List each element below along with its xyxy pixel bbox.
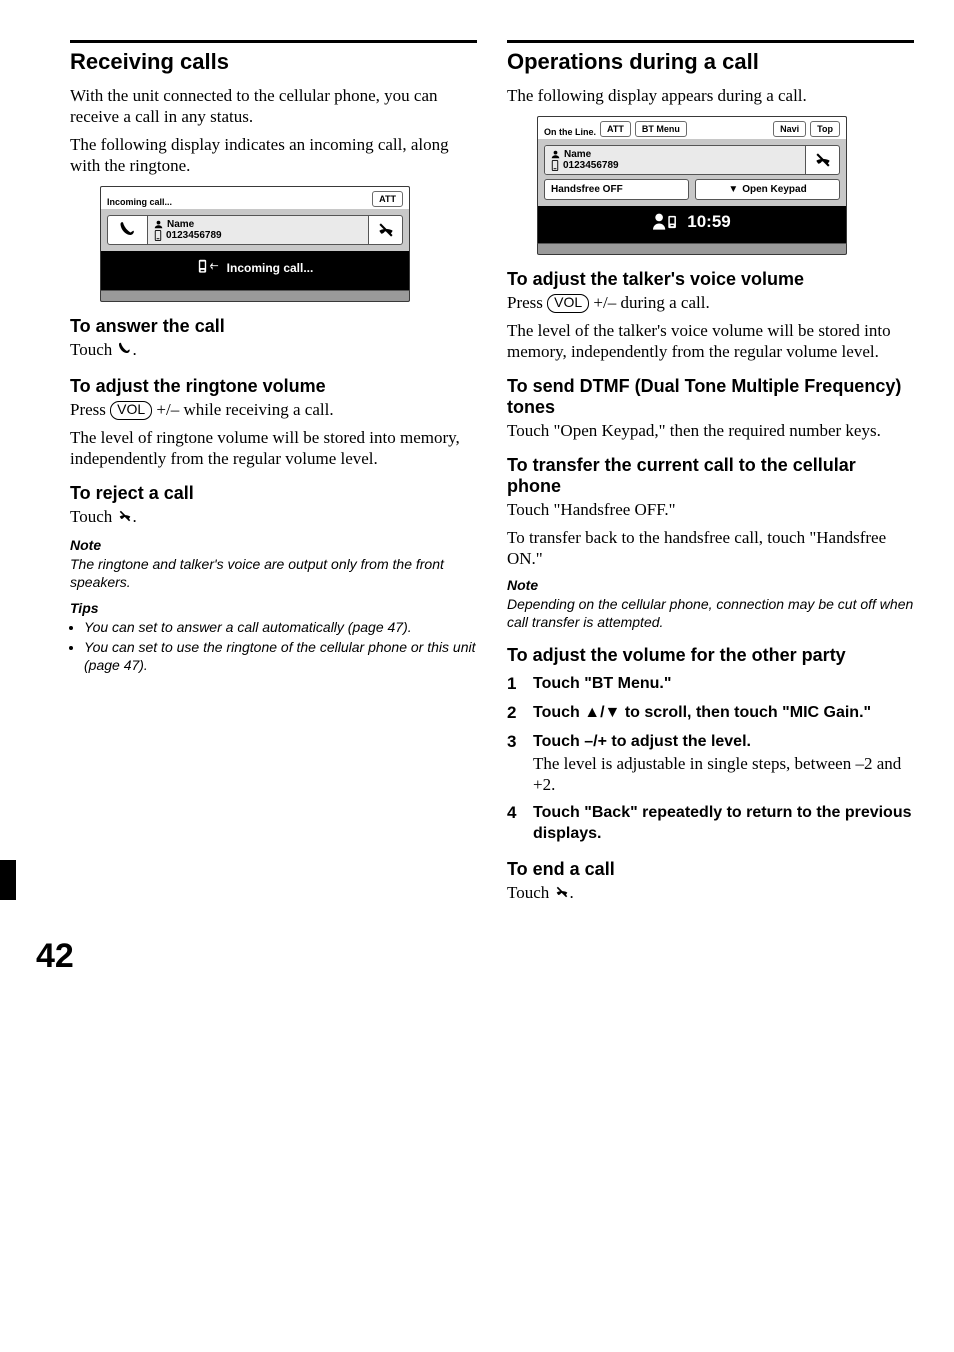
note-body: The ringtone and talker's voice are outp… [70,555,477,591]
mobile-icon [551,160,559,171]
call-action-row: Handsfree OFF ▼Open Keypad [544,179,840,200]
bt-menu-button: BT Menu [635,121,687,137]
caller-name: Name [564,149,591,160]
talker-body-2: The level of the talker's voice volume w… [507,320,914,363]
heading-receiving-calls: Receiving calls [70,49,477,75]
heading-answer: To answer the call [70,316,477,337]
intro-paragraph: The following display appears during a c… [507,85,914,106]
ringtone-body-1: Press VOL +/– while receiving a call. [70,399,477,420]
hangup-icon [554,884,570,905]
heading-ringtone-vol: To adjust the ringtone volume [70,376,477,397]
person-icon [154,220,163,229]
screen-banner: Incoming call... [100,251,410,290]
heading-reject: To reject a call [70,483,477,504]
dtmf-body: Touch "Open Keypad," then the required n… [507,420,914,441]
screen-clock-bar: 10:59 [537,206,847,243]
screen-top-bar: Incoming call... ATT [100,186,410,209]
triangle-down-icon: ▼ [728,184,738,195]
reject-call-icon [805,146,839,174]
transfer-body-1: Touch "Handsfree OFF." [507,499,914,520]
note-heading: Note [70,537,477,553]
heading-other-party-vol: To adjust the volume for the other party [507,645,914,666]
edge-tab [0,860,16,900]
screen-mid: Name 0123456789 [100,209,410,251]
during-call-screen: On the Line. ATT BT Menu Navi Top Name 0… [537,116,847,255]
step-item: 3Touch –/+ to adjust the level.The level… [507,732,914,795]
note-heading: Note [507,577,914,593]
status-text: On the Line. [544,127,596,137]
right-column: Operations during a call The following d… [507,40,914,911]
banner-text: Incoming call... [227,261,314,275]
caller-info: Name 0123456789 [545,146,805,174]
clock-text: 10:59 [687,212,730,232]
mobile-to-unit-icon [197,257,219,279]
mobile-icon [154,230,162,241]
section-rule [70,40,477,43]
call-card: Name 0123456789 [107,215,403,245]
page-number: 42 [0,931,954,996]
tips-heading: Tips [70,600,477,616]
section-rule [507,40,914,43]
left-column: Receiving calls With the unit connected … [70,40,477,911]
status-text: Incoming call... [107,197,172,207]
reject-body: Touch . [70,506,477,529]
heading-talker-vol: To adjust the talker's voice volume [507,269,914,290]
caller-name: Name [167,219,194,230]
step-item: 4Touch "Back" repeatedly to return to th… [507,803,914,845]
heading-operations: Operations during a call [507,49,914,75]
incoming-call-screen: Incoming call... ATT Name 0123456789 [100,186,410,302]
att-button: ATT [372,191,403,207]
steps-list: 1Touch "BT Menu." 2Touch ▲/▼ to scroll, … [507,674,914,844]
heading-transfer: To transfer the current call to the cell… [507,455,914,497]
handsfree-off-button: Handsfree OFF [544,179,689,200]
screen-bottom-bar [100,290,410,302]
handset-icon [117,341,133,362]
vol-key: VOL [547,294,589,312]
screen-bottom-bar [537,243,847,255]
hangup-icon [117,508,133,529]
tip-item: You can set to answer a call automatical… [84,618,477,636]
top-button: Top [810,121,840,137]
tips-list: You can set to answer a call automatical… [70,618,477,675]
intro-paragraph-2: The following display indicates an incom… [70,134,477,177]
transfer-body-2: To transfer back to the handsfree call, … [507,527,914,570]
intro-paragraph-1: With the unit connected to the cellular … [70,85,477,128]
ringtone-body-2: The level of ringtone volume will be sto… [70,427,477,470]
step-item: 2Touch ▲/▼ to scroll, then touch "MIC Ga… [507,703,914,724]
step-item: 1Touch "BT Menu." [507,674,914,695]
screen-top-bar: On the Line. ATT BT Menu Navi Top [537,116,847,139]
end-call-body: Touch . [507,882,914,905]
tip-item: You can set to use the ringtone of the c… [84,638,477,674]
att-button: ATT [600,121,631,137]
person-icon [551,150,560,159]
screen-mid: Name 0123456789 Handsfree OFF ▼Open Keyp… [537,139,847,206]
answer-call-icon [108,216,148,244]
heading-dtmf: To send DTMF (Dual Tone Multiple Frequen… [507,376,914,418]
call-card: Name 0123456789 [544,145,840,175]
navi-button: Navi [773,121,806,137]
note-body: Depending on the cellular phone, connect… [507,595,914,631]
caller-info: Name 0123456789 [148,216,368,244]
talker-body-1: Press VOL +/– during a call. [507,292,914,313]
vol-key: VOL [110,401,152,419]
reject-call-icon [368,216,402,244]
open-keypad-button: ▼Open Keypad [695,179,840,200]
heading-end-call: To end a call [507,859,914,880]
answer-body: Touch . [70,339,477,362]
page-content: Receiving calls With the unit connected … [0,0,954,931]
person-to-unit-icon [653,212,679,232]
caller-number: 0123456789 [563,160,619,171]
caller-number: 0123456789 [166,230,222,241]
